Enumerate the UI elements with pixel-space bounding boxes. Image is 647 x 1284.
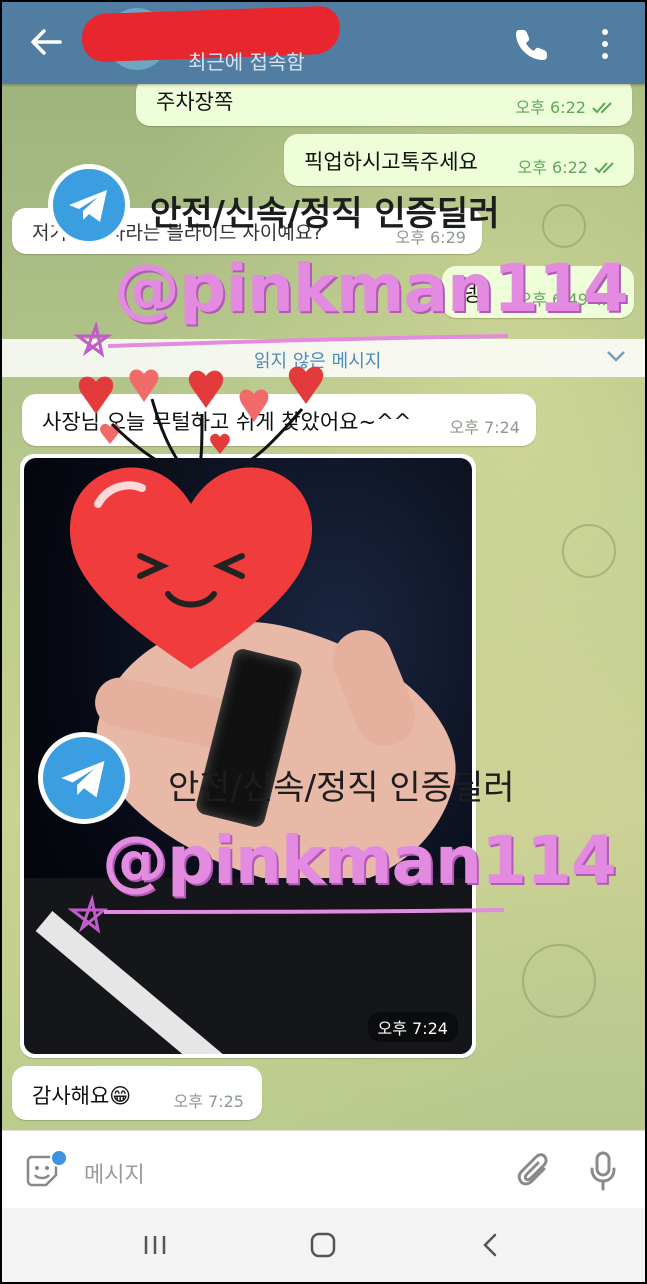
message-text: 주차장쪽 <box>156 90 234 114</box>
background-doodle <box>542 204 586 248</box>
telegram-logo-icon <box>48 164 130 246</box>
message-bubble-outgoing[interactable]: 주차장쪽 오후 6:22 <box>136 84 632 126</box>
message-time: 오후 7:24 <box>449 418 520 437</box>
double-check-icon <box>594 162 614 174</box>
message-time: 오후 7:25 <box>173 1092 244 1111</box>
watermark-title: 안전/신속/정직 인증딜러 <box>168 768 515 808</box>
back-icon[interactable] <box>480 1232 500 1258</box>
system-navigation-bar <box>2 1208 645 1282</box>
more-vert-icon[interactable] <box>598 26 612 62</box>
watermark-title: 안전/신속/정직 인증딜러 <box>150 194 500 234</box>
star-scribble <box>67 894 505 934</box>
grin-emoji: 😁 <box>109 1084 132 1108</box>
background-doodle <box>522 944 596 1018</box>
app-frame: 최근에 접속함 주차장쪽 오후 6:22 픽업하시고톡주세요 오후 6:22 저… <box>2 2 645 1282</box>
recent-apps-icon[interactable] <box>142 1234 168 1256</box>
watermark-handle: @pinkman114 <box>102 822 617 899</box>
paperclip-icon[interactable] <box>516 1151 552 1191</box>
double-check-icon <box>592 102 612 114</box>
notification-dot <box>50 1149 68 1167</box>
telegram-logo-icon <box>38 732 130 824</box>
home-icon[interactable] <box>310 1232 336 1258</box>
background-doodle <box>562 524 616 578</box>
microphone-icon[interactable] <box>590 1151 616 1191</box>
last-seen-status: 최근에 접속함 <box>188 50 305 74</box>
phone-icon[interactable] <box>514 26 550 62</box>
message-bubble-outgoing[interactable]: 픽업하시고톡주세요 오후 6:22 <box>284 134 634 186</box>
message-input-bar: 메시지 <box>2 1130 645 1209</box>
smiley-heart-sticker <box>69 467 313 669</box>
message-bubble-incoming[interactable]: 감사해요😁 오후 7:25 <box>12 1066 262 1120</box>
chat-header: 최근에 접속함 <box>2 2 645 84</box>
message-time: 오후 6:22 <box>518 154 618 178</box>
message-input[interactable]: 메시지 <box>84 1157 145 1189</box>
watermark-handle: @pinkman114 <box>114 250 629 327</box>
arrow-left-icon[interactable] <box>26 26 66 58</box>
message-time: 오후 6:22 <box>516 94 616 118</box>
photo-time: 오후 7:24 <box>367 1012 458 1042</box>
message-text: 감사해요😁 <box>32 1084 132 1108</box>
chat-area[interactable]: 주차장쪽 오후 6:22 픽업하시고톡주세요 오후 6:22 저기 고급차라는 … <box>2 84 645 1130</box>
chevron-down-icon[interactable] <box>606 349 626 363</box>
message-text: 픽업하시고톡주세요 <box>304 150 478 174</box>
